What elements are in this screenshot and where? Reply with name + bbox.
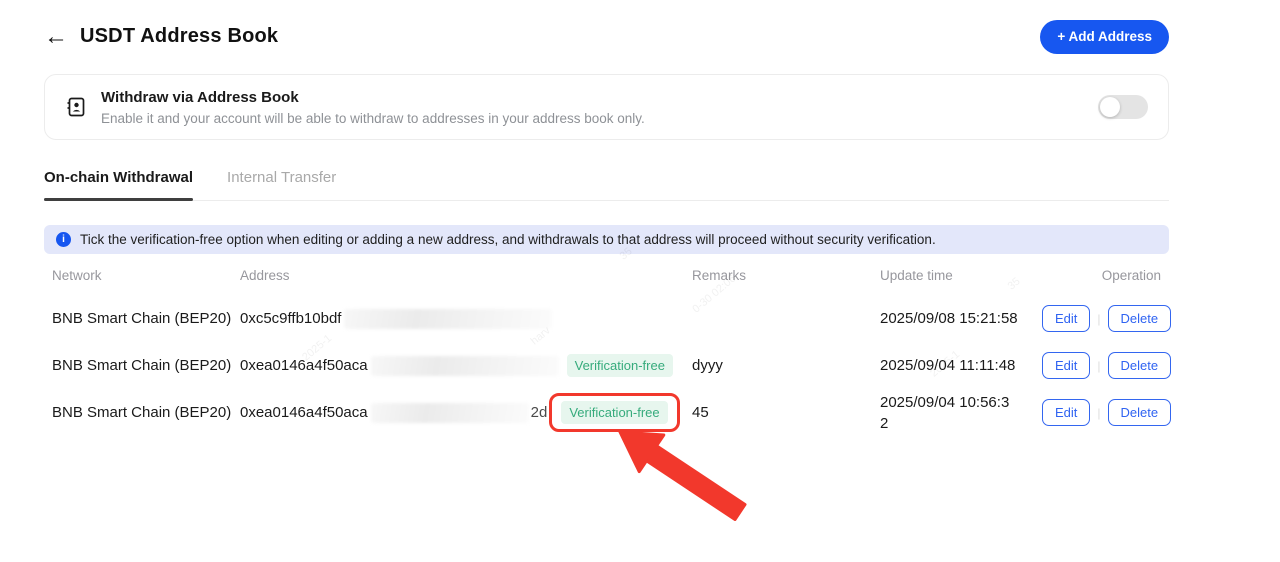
network-cell: BNB Smart Chain (BEP20) xyxy=(52,310,240,327)
action-separator: | xyxy=(1097,406,1100,420)
address-text: 0xea0146a4f50aca xyxy=(240,404,368,421)
update-time-line: 2025/09/08 15:21:58 xyxy=(880,308,1042,329)
address-book-icon xyxy=(65,96,87,118)
edit-button[interactable]: Edit xyxy=(1042,305,1090,332)
tab-onchain-withdrawal[interactable]: On-chain Withdrawal xyxy=(44,163,193,200)
toggle-knob xyxy=(1100,97,1120,117)
delete-button[interactable]: Delete xyxy=(1108,399,1172,426)
verification-free-badge: Verification-free xyxy=(567,354,673,377)
address-tail-fragment: 2d xyxy=(531,404,548,421)
edit-button[interactable]: Edit xyxy=(1042,352,1090,379)
table-row: BNB Smart Chain (BEP20) 0xea0146a4f50aca… xyxy=(44,342,1169,389)
remarks-cell: 45 xyxy=(692,404,880,421)
address-cell: 0xea0146a4f50aca 2d Verification-free xyxy=(240,393,692,432)
address-table: Network Address Remarks Update time Oper… xyxy=(44,262,1169,436)
usdt-address-book-page: ← USDT Address Book + Add Address Withdr… xyxy=(0,0,1280,562)
col-update-time: Update time xyxy=(880,268,1042,283)
notice-banner: i Tick the verification-free option when… xyxy=(44,225,1169,254)
action-separator: | xyxy=(1097,359,1100,373)
address-cell: 0xc5c9ffb10bdf xyxy=(240,309,692,329)
page-title: USDT Address Book xyxy=(80,25,278,48)
address-redaction-blur xyxy=(371,403,529,423)
update-time-line: 2025/09/04 10:56:3 xyxy=(880,392,1042,413)
table-row: BNB Smart Chain (BEP20) 0xc5c9ffb10bdf 2… xyxy=(44,295,1169,342)
operation-cell: Edit | Delete xyxy=(1042,399,1171,426)
delete-button[interactable]: Delete xyxy=(1108,305,1172,332)
annotation-arrow-icon xyxy=(602,426,752,521)
edit-button[interactable]: Edit xyxy=(1042,399,1090,426)
update-time-line: 2025/09/04 11:11:48 xyxy=(880,355,1042,376)
update-time-line: 2 xyxy=(880,413,1042,434)
delete-button[interactable]: Delete xyxy=(1108,352,1172,379)
update-time-cell: 2025/09/04 10:56:3 2 xyxy=(880,392,1042,434)
page-header: ← USDT Address Book + Add Address xyxy=(44,20,1169,54)
col-network: Network xyxy=(52,268,240,283)
update-time-cell: 2025/09/04 11:11:48 xyxy=(880,355,1042,376)
address-text: 0xc5c9ffb10bdf xyxy=(240,310,341,327)
back-arrow-icon[interactable]: ← xyxy=(44,25,68,49)
action-separator: | xyxy=(1097,312,1100,326)
address-redaction-blur xyxy=(344,309,552,329)
tab-internal-transfer[interactable]: Internal Transfer xyxy=(227,163,336,200)
card-title: Withdraw via Address Book xyxy=(101,89,645,106)
operation-cell: Edit | Delete xyxy=(1042,305,1171,332)
update-time-cell: 2025/09/08 15:21:58 xyxy=(880,308,1042,329)
withdraw-via-address-book-toggle[interactable] xyxy=(1098,95,1148,119)
operation-cell: Edit | Delete xyxy=(1042,352,1171,379)
add-address-button[interactable]: + Add Address xyxy=(1040,20,1169,54)
network-cell: BNB Smart Chain (BEP20) xyxy=(52,357,240,374)
col-operation: Operation xyxy=(1042,268,1161,283)
notice-banner-text: Tick the verification-free option when e… xyxy=(80,232,936,247)
card-description: Enable it and your account will be able … xyxy=(101,111,645,126)
table-header-row: Network Address Remarks Update time Oper… xyxy=(44,262,1169,295)
address-cell: 0xea0146a4f50aca Verification-free xyxy=(240,354,692,377)
verification-free-badge: Verification-free xyxy=(561,401,667,424)
withdraw-via-address-book-card: Withdraw via Address Book Enable it and … xyxy=(44,74,1169,140)
col-remarks: Remarks xyxy=(692,268,880,283)
tab-bar: On-chain Withdrawal Internal Transfer xyxy=(44,163,1169,201)
table-row: BNB Smart Chain (BEP20) 0xea0146a4f50aca… xyxy=(44,389,1169,436)
info-icon: i xyxy=(56,232,71,247)
network-cell: BNB Smart Chain (BEP20) xyxy=(52,404,240,421)
col-address: Address xyxy=(240,268,692,283)
remarks-cell: dyyy xyxy=(692,357,880,374)
highlight-box: Verification-free xyxy=(549,393,679,432)
card-text: Withdraw via Address Book Enable it and … xyxy=(101,89,645,126)
address-text: 0xea0146a4f50aca xyxy=(240,357,368,374)
address-redaction-blur xyxy=(371,356,559,376)
